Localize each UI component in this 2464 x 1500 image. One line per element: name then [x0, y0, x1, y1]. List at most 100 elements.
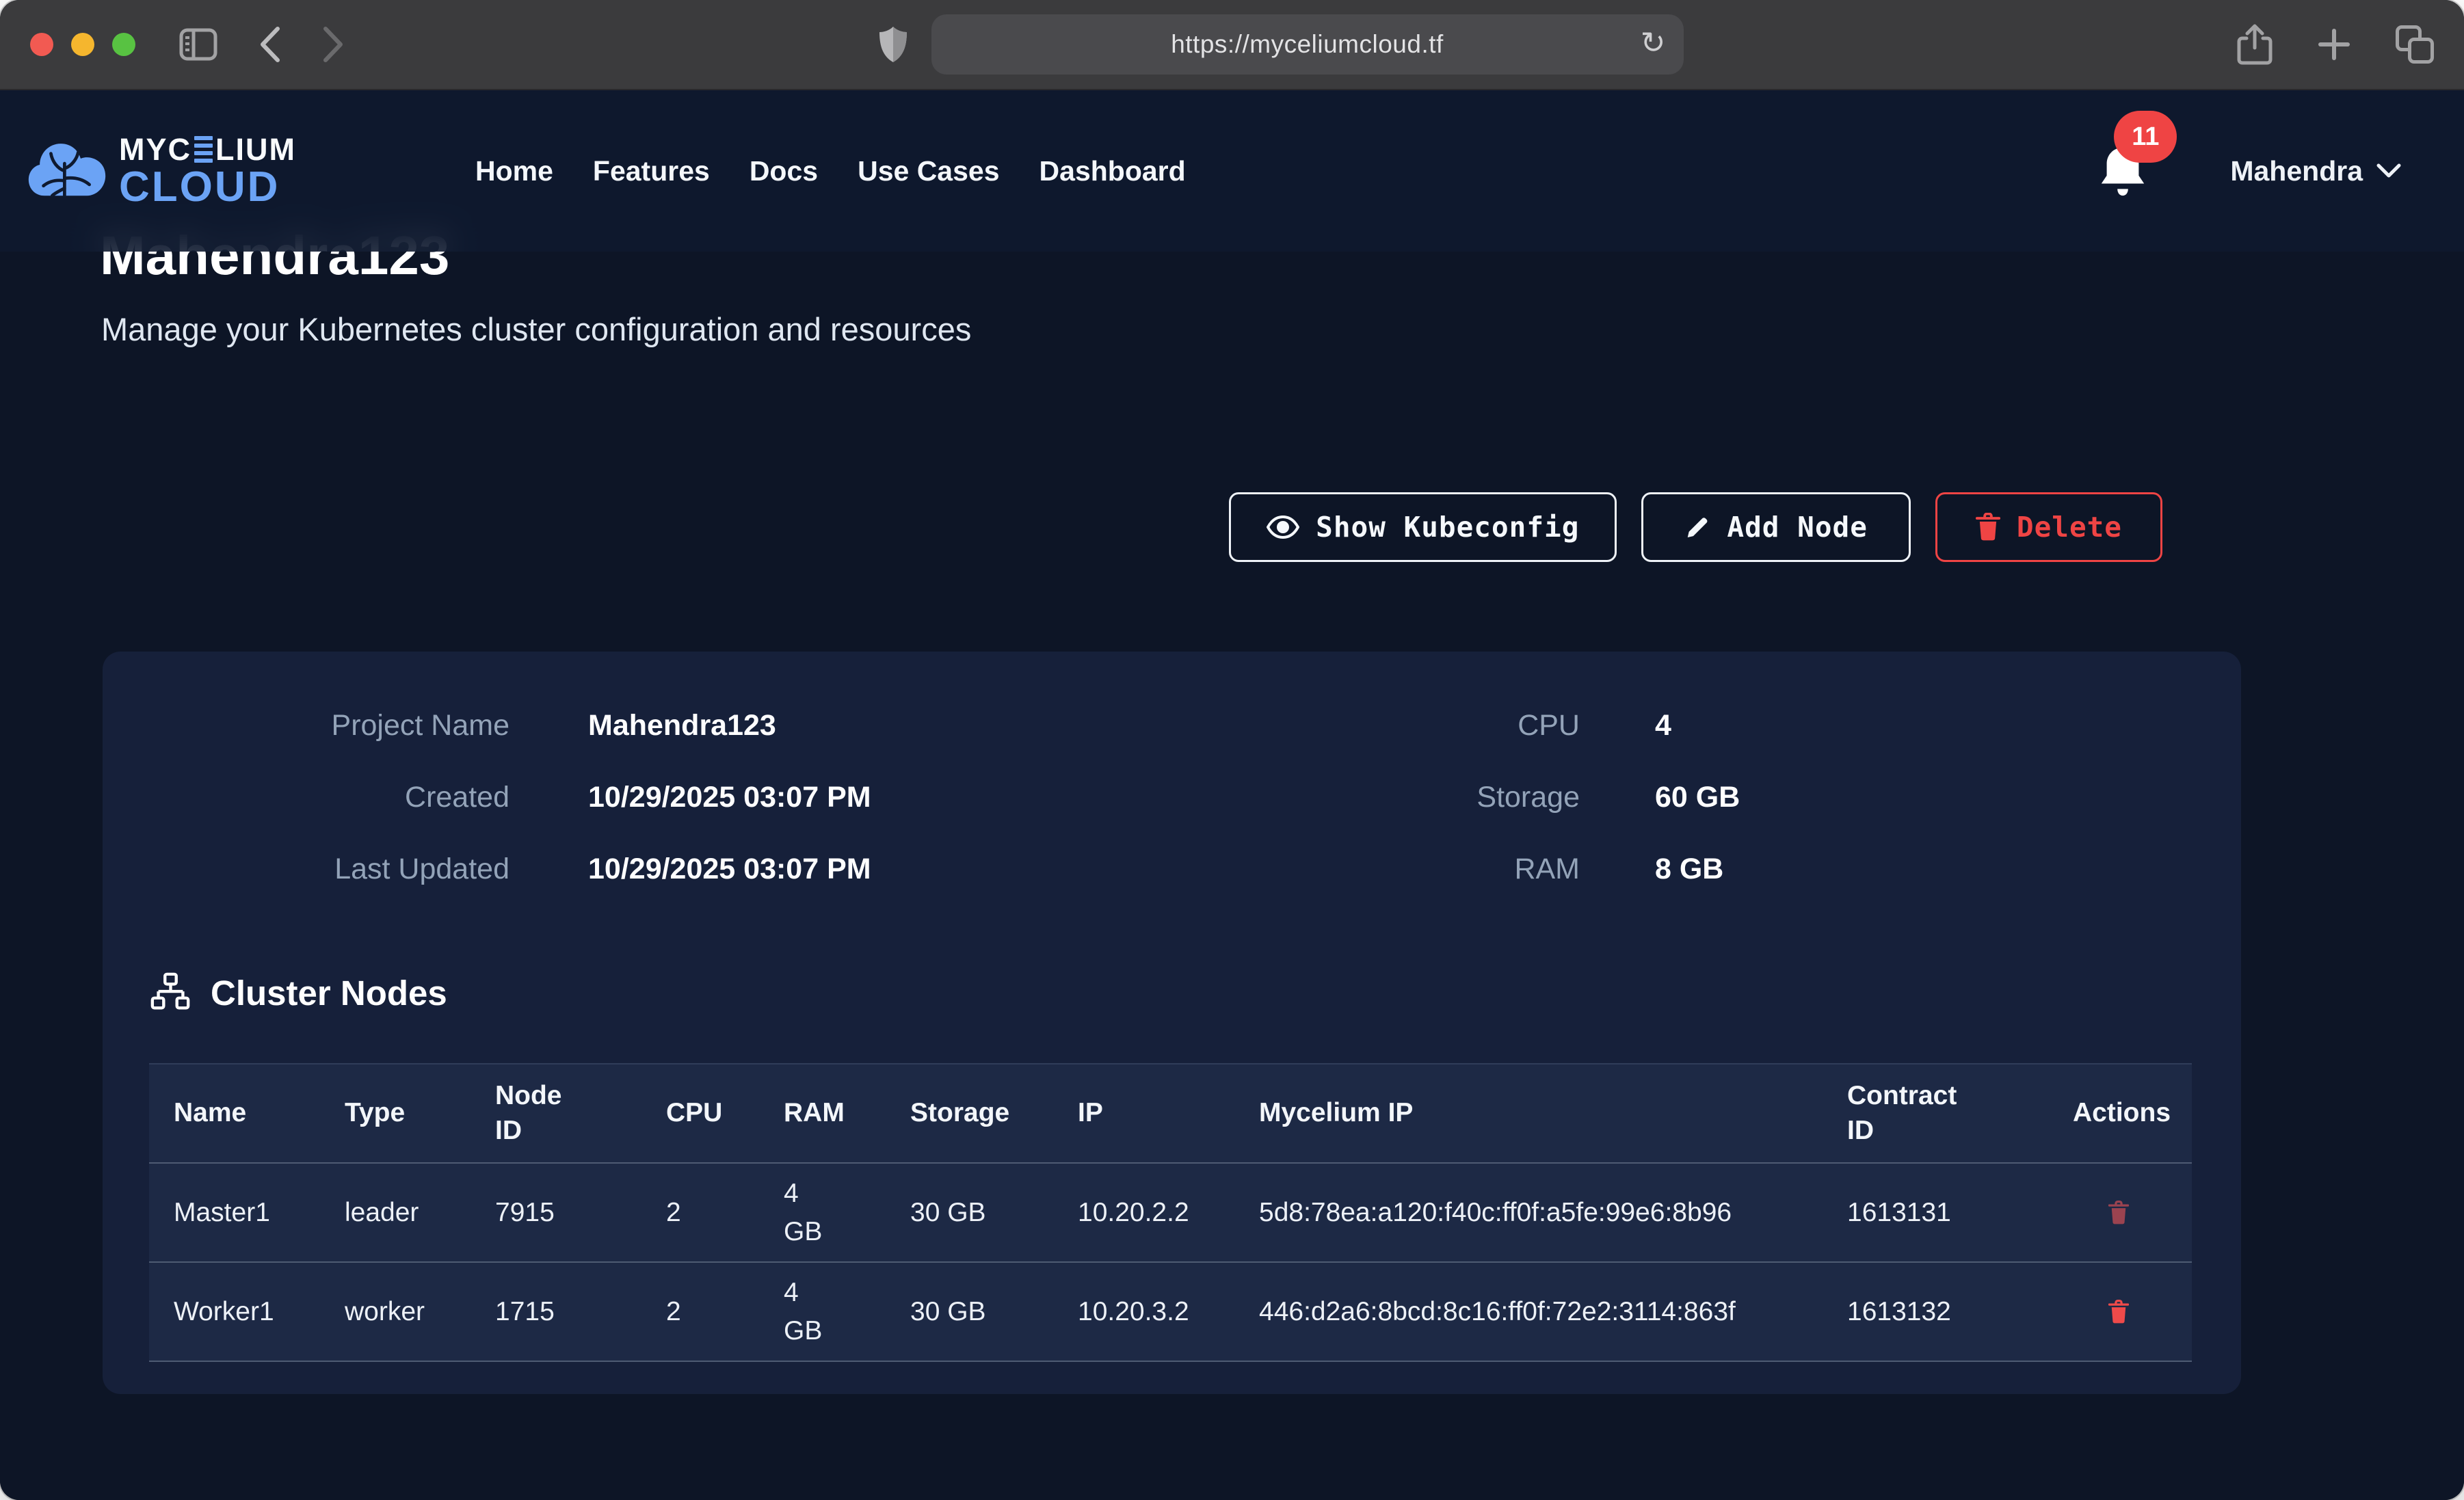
browser-toolbar: https://myceliumcloud.tf ↻: [0, 0, 2464, 90]
table-row: Worker1 worker 1715 2 4 GB 30 GB 10.20.3…: [149, 1262, 2192, 1361]
logo-word1-pre: MYC: [119, 134, 191, 165]
close-window-button[interactable]: [30, 33, 53, 56]
cell-mycelium-ip: 446:d2a6:8bcd:8c16:ff0f:72e2:3114:863f: [1234, 1262, 1823, 1361]
cell-type: leader: [320, 1163, 471, 1262]
cell-ip: 10.20.3.2: [1053, 1262, 1234, 1361]
add-node-button[interactable]: Add Node: [1641, 492, 1910, 562]
back-icon[interactable]: [259, 26, 282, 63]
traffic-lights: [30, 33, 135, 56]
created-label: Created: [103, 781, 509, 814]
logo-word1-post: LIUM: [215, 134, 296, 165]
col-cpu: CPU: [641, 1064, 759, 1163]
logo-word2: CLOUD: [119, 166, 296, 209]
privacy-shield-icon[interactable]: [878, 25, 908, 64]
sidebar-toggle-icon[interactable]: [179, 28, 217, 61]
share-icon[interactable]: [2237, 23, 2273, 66]
top-navbar: MYC LIUM CLOUD Home Features Docs Use Ca…: [0, 90, 2464, 252]
mycelium-cloud-icon: [27, 138, 107, 204]
cell-ip: 10.20.2.2: [1053, 1163, 1234, 1262]
show-kubeconfig-button[interactable]: Show Kubeconfig: [1229, 492, 1617, 562]
storage-value: 60 GB: [1655, 781, 1740, 814]
nav-item-dashboard[interactable]: Dashboard: [1039, 155, 1186, 187]
cpu-label: CPU: [1344, 709, 1580, 742]
delete-cluster-button[interactable]: Delete: [1935, 492, 2162, 562]
notification-badge: 11: [2114, 111, 2177, 163]
page-body: Mahendra123 Manage your Kubernetes clust…: [0, 90, 2464, 1500]
last-updated-value: 10/29/2025 03:07 PM: [588, 853, 871, 886]
user-name: Mahendra: [2230, 155, 2363, 187]
project-name-label: Project Name: [103, 709, 509, 742]
reload-icon[interactable]: ↻: [1641, 25, 1666, 60]
cell-contract-id: 1613132: [1823, 1262, 2048, 1361]
ram-value: 8 GB: [1655, 853, 1723, 886]
url-text: https://myceliumcloud.tf: [1171, 30, 1444, 59]
logo[interactable]: MYC LIUM CLOUD: [27, 134, 296, 209]
delete-node-icon[interactable]: [2108, 1299, 2129, 1325]
user-menu[interactable]: Mahendra: [2230, 155, 2401, 187]
col-ip: IP: [1053, 1064, 1234, 1163]
cell-ram: 4 GB: [759, 1262, 886, 1361]
cell-cpu: 2: [641, 1163, 759, 1262]
cell-contract-id: 1613131: [1823, 1163, 2048, 1262]
cell-ram: 4 GB: [759, 1163, 886, 1262]
zoom-window-button[interactable]: [112, 33, 135, 56]
logo-e-bars: [194, 136, 213, 163]
ram-label: RAM: [1344, 853, 1580, 886]
col-storage: Storage: [886, 1064, 1053, 1163]
nav-item-use-cases[interactable]: Use Cases: [858, 155, 999, 187]
address-bar[interactable]: https://myceliumcloud.tf ↻: [931, 14, 1684, 75]
minimize-window-button[interactable]: [71, 33, 94, 56]
last-updated-label: Last Updated: [103, 853, 509, 886]
cell-type: worker: [320, 1262, 471, 1361]
cell-actions: [2048, 1163, 2192, 1262]
cluster-nodes-heading: Cluster Nodes: [149, 972, 447, 1014]
show-kubeconfig-label: Show Kubeconfig: [1316, 511, 1579, 544]
cluster-nodes-table: Name Type Node ID CPU RAM Storage IP Myc…: [149, 1063, 2192, 1362]
project-name-value: Mahendra123: [588, 709, 776, 742]
tab-overview-icon[interactable]: [2396, 25, 2434, 64]
cluster-actions: Show Kubeconfig Add Node Delete: [1229, 492, 2162, 562]
col-actions: Actions: [2048, 1064, 2192, 1163]
delete-label: Delete: [2017, 511, 2122, 544]
cluster-nodes-title: Cluster Nodes: [211, 973, 447, 1013]
table-row: Master1 leader 7915 2 4 GB 30 GB 10.20.2…: [149, 1163, 2192, 1262]
cell-mycelium-ip: 5d8:78ea:a120:f40c:ff0f:a5fe:99e6:8b96: [1234, 1163, 1823, 1262]
col-contract-id: Contract ID: [1823, 1064, 2048, 1163]
browser-window: https://myceliumcloud.tf ↻ Mahendra123 M: [0, 0, 2464, 1500]
cluster-info-right: CPU 4 Storage 60 GB RAM 8 GB: [1344, 690, 2241, 905]
storage-label: Storage: [1344, 781, 1580, 814]
notifications-button[interactable]: 11: [2096, 142, 2149, 200]
new-tab-icon[interactable]: [2318, 28, 2350, 61]
chevron-down-icon: [2376, 163, 2401, 179]
col-node-id: Node ID: [471, 1064, 641, 1163]
created-value: 10/29/2025 03:07 PM: [588, 781, 871, 814]
nav-links: Home Features Docs Use Cases Dashboard: [475, 155, 1186, 187]
eye-icon: [1267, 515, 1299, 539]
cell-name: Master1: [149, 1163, 320, 1262]
nav-item-home[interactable]: Home: [475, 155, 553, 187]
trash-icon: [1976, 513, 2000, 541]
forward-icon[interactable]: [321, 26, 345, 63]
cell-name: Worker1: [149, 1262, 320, 1361]
cell-actions: [2048, 1262, 2192, 1361]
delete-node-icon[interactable]: [2108, 1200, 2129, 1226]
cluster-info-left: Project Name Mahendra123 Created 10/29/2…: [103, 690, 1344, 905]
cell-storage: 30 GB: [886, 1163, 1053, 1262]
cell-cpu: 2: [641, 1262, 759, 1361]
logo-text: MYC LIUM CLOUD: [119, 134, 296, 209]
cell-node-id: 7915: [471, 1163, 641, 1262]
page-subtitle: Manage your Kubernetes cluster configura…: [101, 310, 971, 348]
col-name: Name: [149, 1064, 320, 1163]
cluster-nodes-icon: [149, 972, 191, 1014]
cell-storage: 30 GB: [886, 1262, 1053, 1361]
add-node-label: Add Node: [1727, 511, 1867, 544]
table-header-row: Name Type Node ID CPU RAM Storage IP Myc…: [149, 1064, 2192, 1163]
nav-item-features[interactable]: Features: [593, 155, 710, 187]
nav-item-docs[interactable]: Docs: [750, 155, 818, 187]
col-mycelium-ip: Mycelium IP: [1234, 1064, 1823, 1163]
cell-node-id: 1715: [471, 1262, 641, 1361]
col-ram: RAM: [759, 1064, 886, 1163]
cpu-value: 4: [1655, 709, 1671, 742]
pencil-icon: [1684, 513, 1710, 541]
col-type: Type: [320, 1064, 471, 1163]
